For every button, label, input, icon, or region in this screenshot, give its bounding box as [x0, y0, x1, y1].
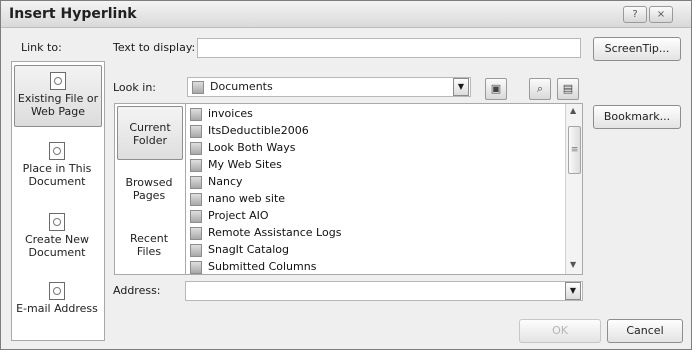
view-current-folder[interactable]: Current Folder: [117, 106, 183, 160]
link-to-panel: Existing File or Web Page Place in This …: [11, 61, 105, 341]
chevron-down-icon[interactable]: ▼: [453, 78, 469, 96]
link-to-existing-file[interactable]: Existing File or Web Page: [14, 65, 102, 127]
list-item[interactable]: Submitted Columns: [186, 258, 564, 274]
dialog-title: Insert Hyperlink: [9, 6, 137, 22]
new-document-icon: [49, 213, 65, 231]
folder-icon: [190, 176, 202, 189]
view-recent-files[interactable]: Recent Files: [117, 222, 181, 266]
list-item-label: Look Both Ways: [208, 141, 296, 154]
link-to-new-document[interactable]: Create New Document: [14, 207, 100, 267]
look-in-dropdown[interactable]: Documents ▼: [187, 77, 471, 97]
list-item-label: Project AIO: [208, 209, 269, 222]
link-to-existing-file-label: Existing File or Web Page: [17, 92, 99, 118]
scroll-up-icon[interactable]: ▲: [570, 106, 576, 115]
title-bar: Insert Hyperlink ? ×: [1, 1, 691, 28]
text-to-display-label: Text to display:: [113, 41, 196, 54]
help-button[interactable]: ?: [623, 6, 647, 23]
link-to-email-label: E-mail Address: [16, 302, 98, 315]
folder-icon: [190, 108, 202, 121]
folder-icon: [190, 210, 202, 223]
list-item-label: invoices: [208, 107, 253, 120]
scroll-thumb[interactable]: ≡: [568, 126, 581, 174]
screentip-button[interactable]: ScreenTip...: [593, 37, 681, 61]
insert-hyperlink-dialog: Insert Hyperlink ? × Link to: Existing F…: [0, 0, 692, 350]
list-item[interactable]: Remote Assistance Logs: [186, 224, 564, 241]
up-one-folder-button[interactable]: ▣: [485, 78, 507, 100]
link-to-place-in-document[interactable]: Place in This Document: [14, 136, 100, 196]
address-label: Address:: [113, 284, 161, 297]
folder-icon: [190, 193, 202, 206]
folder-icon: [190, 261, 202, 274]
scroll-down-icon[interactable]: ▼: [570, 260, 576, 269]
link-to-email[interactable]: E-mail Address: [14, 276, 100, 336]
folder-icon: [190, 227, 202, 240]
cancel-button[interactable]: Cancel: [607, 319, 683, 343]
text-to-display-input[interactable]: [197, 38, 581, 58]
list-item[interactable]: Project AIO: [186, 207, 564, 224]
folder-icon: [190, 244, 202, 257]
close-button[interactable]: ×: [649, 6, 673, 23]
list-item[interactable]: Look Both Ways: [186, 139, 564, 156]
folder-icon: [190, 159, 202, 172]
look-in-value: Documents: [210, 80, 273, 93]
browse-web-button[interactable]: ⌕: [529, 78, 551, 100]
view-panel: Current Folder Browsed Pages Recent File…: [114, 103, 186, 275]
ok-button[interactable]: OK: [519, 319, 601, 343]
link-to-place-in-document-label: Place in This Document: [22, 162, 92, 188]
list-item-label: SnagIt Catalog: [208, 243, 289, 256]
view-recent-files-label: Recent Files: [129, 232, 169, 258]
address-input[interactable]: ▼: [185, 281, 583, 301]
place-in-document-icon: [49, 142, 65, 160]
list-item-label: nano web site: [208, 192, 286, 205]
file-list: invoices ItsDeductible2006 Look Both Way…: [185, 103, 583, 275]
browse-file-button[interactable]: ▤: [557, 78, 579, 100]
list-item[interactable]: Nancy: [186, 173, 564, 190]
link-to-new-document-label: Create New Document: [24, 233, 90, 259]
list-item[interactable]: ItsDeductible2006: [186, 122, 564, 139]
folder-icon: [190, 142, 202, 155]
view-browsed-pages-label: Browsed Pages: [125, 176, 173, 202]
list-item-label: Remote Assistance Logs: [208, 226, 342, 239]
list-item[interactable]: invoices: [186, 105, 564, 122]
email-icon: [49, 282, 65, 300]
list-item[interactable]: SnagIt Catalog: [186, 241, 564, 258]
view-browsed-pages[interactable]: Browsed Pages: [117, 166, 181, 210]
chevron-down-icon[interactable]: ▼: [565, 282, 581, 300]
bookmark-button[interactable]: Bookmark...: [593, 105, 681, 129]
file-list-scrollbar[interactable]: ▲ ≡ ▼: [565, 104, 582, 274]
view-current-folder-label: Current Folder: [129, 121, 171, 147]
existing-file-icon: [50, 72, 66, 90]
link-to-label: Link to:: [21, 41, 62, 54]
look-in-label: Look in:: [113, 81, 156, 94]
list-item-label: Nancy: [208, 175, 243, 188]
list-item-label: Submitted Columns: [208, 260, 317, 273]
list-item-label: My Web Sites: [208, 158, 282, 171]
list-item[interactable]: My Web Sites: [186, 156, 564, 173]
folder-icon: [192, 81, 204, 94]
list-item[interactable]: nano web site: [186, 190, 564, 207]
list-item-label: ItsDeductible2006: [208, 124, 309, 137]
folder-icon: [190, 125, 202, 138]
